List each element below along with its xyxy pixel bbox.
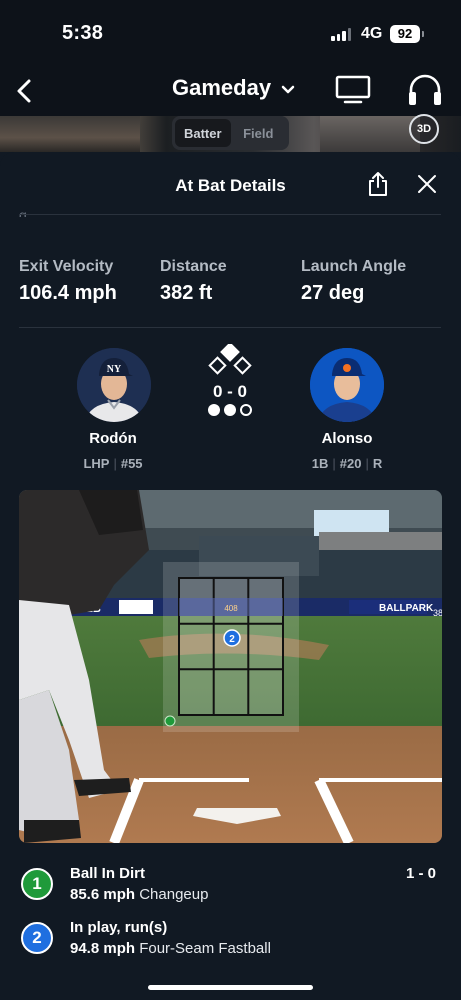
outs-indicator <box>208 404 252 416</box>
status-bar: 5:38 4G 92 <box>0 0 461 66</box>
batter-name[interactable]: Alonso <box>287 430 407 447</box>
batter-number: #20 <box>339 456 362 471</box>
headphones-icon <box>409 74 441 105</box>
pitch-marker-label: 2 <box>229 634 235 645</box>
divider <box>19 214 441 215</box>
out-dot <box>240 404 252 416</box>
pitch-row[interactable]: 2 In play, run(s) 94.8 mph Four-Seam Fas… <box>21 919 441 962</box>
toggle-batter[interactable]: Batter <box>175 119 231 147</box>
pitcher-meta: LHP | #55 <box>83 456 143 471</box>
metric-value: 27 deg <box>301 282 365 304</box>
distance-marker: 38 <box>433 608 442 618</box>
metric-label: Exit Velocity <box>19 258 114 275</box>
scrolled-text-peek: g <box>19 207 27 217</box>
pitch-speed: 94.8 mph <box>70 940 136 957</box>
pitch-type: Changeup <box>139 886 209 903</box>
metric-exit-velocity: Exit Velocity 106.4 mph <box>19 258 117 305</box>
page-title: Gameday <box>172 75 272 100</box>
close-icon <box>418 175 436 193</box>
ball-strike-count: 0 - 0 <box>212 382 248 401</box>
batter-photo <box>310 348 384 422</box>
metric-label: Launch Angle <box>301 258 407 275</box>
pitch-zone-view[interactable]: MLB BALLPARK <box>19 490 442 843</box>
stadium-image: MLB BALLPARK <box>19 490 442 843</box>
pitch-speed: 85.6 mph <box>70 886 136 903</box>
metric-value: 106.4 mph <box>19 282 117 304</box>
batter-bats: R <box>372 456 383 471</box>
bases-diamond-icon <box>208 344 252 375</box>
pitch-marker-1[interactable] <box>164 715 176 727</box>
tv-icon <box>335 75 371 104</box>
3d-view-button[interactable]: 3D <box>409 114 439 144</box>
metric-value: 382 ft <box>160 282 213 304</box>
divider <box>19 327 441 328</box>
out-dot <box>208 404 220 416</box>
batter-position: 1B <box>311 456 329 471</box>
distance-marker: 408 <box>224 604 238 613</box>
at-bat-sheet: At Bat Details g Exit Velocity 106.4 mph… <box>0 152 461 1000</box>
network-label: 4G <box>361 25 383 42</box>
pitch-row[interactable]: 1 Ball In Dirt 85.6 mph Changeup 1 - 0 <box>21 865 441 908</box>
metric-label: Distance <box>160 258 227 275</box>
ad-ballpark: BALLPARK <box>379 603 434 614</box>
tv-button[interactable] <box>335 75 371 105</box>
metric-launch-angle: Launch Angle 27 deg <box>301 258 406 305</box>
gameday-menu-button[interactable]: Gameday <box>172 75 295 101</box>
share-button[interactable] <box>366 170 390 198</box>
view-toggle: Batter Field <box>172 116 289 150</box>
pitch-result: In play, run(s) <box>70 919 168 936</box>
pitcher-photo: NY <box>77 348 151 422</box>
back-button[interactable] <box>8 74 42 108</box>
pitcher-avatar[interactable]: NY <box>77 348 151 422</box>
pitch-detail: 85.6 mph Changeup <box>70 886 208 903</box>
pitch-type: Four-Seam Fastball <box>139 940 271 957</box>
chevron-down-icon <box>281 85 295 93</box>
batter-meta: 1B | #20 | R <box>311 456 383 471</box>
batter-avatar[interactable] <box>310 348 384 422</box>
out-dot <box>224 404 236 416</box>
pitch-number-badge: 1 <box>21 868 53 900</box>
sheet-title: At Bat Details <box>175 176 286 195</box>
nav-bar: Gameday <box>0 66 461 116</box>
pitch-result: Ball In Dirt <box>70 865 146 882</box>
pitcher-position: LHP <box>83 456 110 471</box>
pitcher-name[interactable]: Rodón <box>53 430 173 447</box>
battery-icon: 92 <box>390 25 424 43</box>
pitch-count: 1 - 0 <box>406 865 437 882</box>
audio-button[interactable] <box>406 72 444 108</box>
signal-icon <box>331 28 351 41</box>
back-chevron-icon <box>17 79 31 103</box>
pitch-number-badge: 2 <box>21 922 53 954</box>
close-button[interactable] <box>416 173 438 195</box>
toggle-field[interactable]: Field <box>231 119 287 147</box>
pitcher-number: #55 <box>120 456 143 471</box>
home-indicator[interactable] <box>148 985 313 990</box>
gameday-screen: 5:38 4G 92 Gameday Batter Field 3D At Ba… <box>0 0 461 1000</box>
status-time: 5:38 <box>62 22 104 44</box>
svg-text:NY: NY <box>107 364 122 375</box>
share-icon <box>369 172 387 196</box>
metric-distance: Distance 382 ft <box>160 258 227 305</box>
pitch-detail: 94.8 mph Four-Seam Fastball <box>70 940 271 957</box>
